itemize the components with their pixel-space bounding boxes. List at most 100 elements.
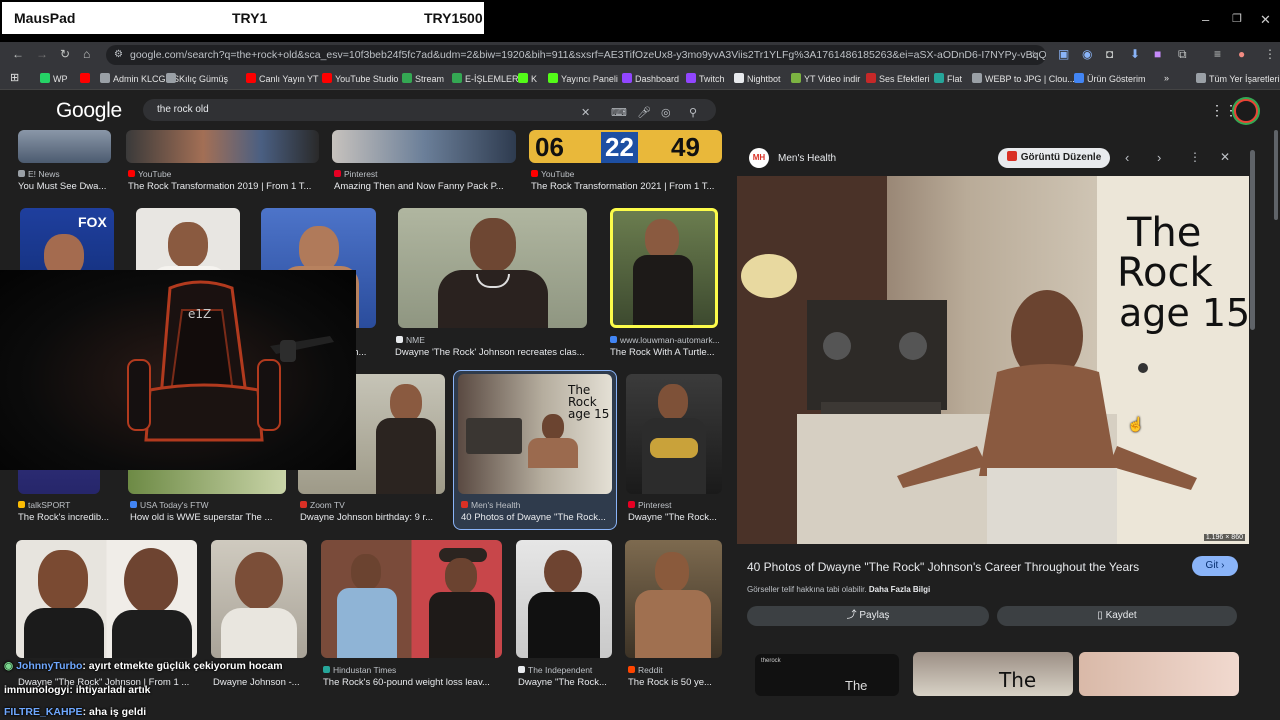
result-title[interactable]: Dwayne Johnson birthday: 9 r...	[300, 512, 446, 523]
voice-search-icon[interactable]: 🎤︎	[637, 102, 651, 124]
bookmark-star-icon[interactable]: ☆	[1029, 45, 1038, 65]
bookmark-item[interactable]: Dashboard	[622, 73, 679, 84]
bookmark-item[interactable]: WP	[40, 73, 68, 84]
bookmark-icon	[734, 73, 744, 83]
panel-title[interactable]: 40 Photos of Dwayne "The Rock" Johnson's…	[747, 560, 1239, 574]
panel-source[interactable]: Men's Health	[778, 153, 836, 164]
result-image[interactable]	[398, 208, 587, 328]
extension-audio-icon[interactable]: ◉	[1082, 47, 1092, 61]
image-search-icon[interactable]: ◎	[661, 102, 671, 124]
result-title[interactable]: You Must See Dwa...	[18, 181, 113, 192]
bookmark-label: Canlı Yayın YT	[259, 74, 319, 84]
result-title[interactable]: The Rock With A Turtle...	[610, 347, 722, 358]
extension-camera-icon[interactable]: ◘	[1106, 47, 1113, 61]
google-logo[interactable]: Google	[56, 99, 122, 123]
extension-purple-icon[interactable]: ■	[1154, 47, 1161, 61]
result-image[interactable]	[626, 374, 722, 494]
panel-scrollbar[interactable]	[1250, 150, 1255, 330]
reload-icon[interactable]: ↻	[60, 47, 70, 61]
result-image[interactable]	[321, 540, 502, 658]
result-title[interactable]: The Rock Transformation 2021 | From 1 T.…	[531, 181, 722, 192]
result-image[interactable]	[16, 540, 197, 658]
bookmark-item[interactable]: WEBP to JPG | Clou...	[972, 73, 1075, 84]
bookmark-icon	[452, 73, 462, 83]
edit-image-button[interactable]: Görüntü Düzenle	[998, 148, 1110, 168]
bookmark-item[interactable]: Ürün Gösterim	[1074, 73, 1146, 84]
browser-menu-icon[interactable]: ⋮	[1264, 47, 1276, 61]
save-button[interactable]: ▯ Kaydet	[997, 606, 1237, 626]
gaming-chair-icon: e1Z	[127, 280, 334, 442]
bookmark-item[interactable]: »	[1164, 73, 1169, 83]
banner-label-mid: TRY1	[232, 10, 268, 26]
bookmark-item[interactable]: Ses Efektleri	[866, 73, 930, 84]
extensions-puzzle-icon[interactable]: ⧉	[1178, 47, 1187, 62]
result-image[interactable]	[516, 540, 612, 658]
next-icon[interactable]: ›	[1157, 150, 1161, 165]
bookmark-item[interactable]: Tüm Yer İşaretleri	[1196, 73, 1280, 84]
close-window-button[interactable]: ✕	[1260, 12, 1271, 28]
result-image[interactable]	[625, 540, 722, 658]
keyboard-icon[interactable]: ⌨	[611, 102, 627, 124]
chat-username: FILTRE_KAHPE	[4, 706, 83, 718]
prev-icon[interactable]: ‹	[1125, 150, 1129, 165]
bookmark-item[interactable]: Stream	[402, 73, 444, 84]
restore-window-button[interactable]: ❐	[1232, 12, 1242, 25]
bookmark-item[interactable]: Twitch	[686, 73, 725, 84]
site-info-icon[interactable]: ⚙	[114, 45, 123, 65]
result-image[interactable]	[126, 130, 319, 163]
bookmark-item[interactable]: K	[518, 73, 537, 84]
related-image[interactable]: The	[913, 652, 1073, 696]
clear-search-icon[interactable]: ✕	[581, 102, 590, 124]
result-image[interactable]	[332, 130, 516, 163]
address-bar[interactable]: ⚙ google.com/search?q=the+rock+old&sca_e…	[106, 45, 1046, 65]
result-image[interactable]: 06 22 49	[529, 130, 722, 163]
bookmark-item[interactable]: Yayıncı Paneli	[548, 73, 618, 84]
download-icon[interactable]: ⬇	[1130, 47, 1140, 61]
profile-avatar-icon[interactable]: ●	[1238, 47, 1245, 61]
result-title[interactable]: Dwayne 'The Rock' Johnson recreates clas…	[395, 347, 588, 358]
more-info-link[interactable]: Daha Fazla Bilgi	[869, 585, 930, 594]
bookmark-item[interactable]: YT Video indir	[791, 73, 860, 84]
back-icon[interactable]: ←	[12, 47, 24, 61]
more-options-icon[interactable]: ⋮	[1189, 150, 1201, 164]
go-button[interactable]: Git ›	[1192, 556, 1238, 576]
media-controls-icon[interactable]: ≡	[1214, 47, 1221, 61]
result-image[interactable]	[610, 208, 718, 328]
bookmark-item[interactable]: Nightbot	[734, 73, 781, 84]
bookmark-item[interactable]: Flat	[934, 73, 962, 84]
share-button[interactable]: ⤴ Paylaş	[747, 606, 989, 626]
result-image[interactable]	[18, 130, 111, 163]
minimize-window-button[interactable]: –	[1202, 12, 1209, 27]
bookmark-item[interactable]: Kılıç Gümüş	[166, 73, 228, 84]
result-image[interactable]: The Rock age 15	[458, 374, 612, 494]
result-title[interactable]: Dwayne "The Rock...	[628, 512, 722, 523]
related-image[interactable]	[1079, 652, 1239, 696]
result-title[interactable]: The Rock is 50 ye...	[628, 677, 722, 688]
search-box[interactable]: the rock old ✕ ⌨ 🎤︎ ◎ ⚲	[143, 99, 716, 121]
apps-grid-icon[interactable]: ⊞	[10, 71, 19, 84]
result-title[interactable]: How old is WWE superstar The ...	[130, 512, 286, 523]
bookmark-item[interactable]: YouTube Studio	[322, 73, 398, 84]
bookmark-icon	[1196, 73, 1206, 83]
bookmark-item[interactable]: Canlı Yayın YT	[246, 73, 319, 84]
account-avatar[interactable]	[1234, 99, 1258, 123]
thumb-digit: 22	[601, 132, 638, 163]
result-image[interactable]	[211, 540, 307, 658]
page-scrollbar[interactable]	[1274, 130, 1278, 220]
home-icon[interactable]: ⌂	[83, 47, 90, 61]
bookmark-item[interactable]	[80, 73, 93, 84]
result-title[interactable]: Amazing Then and Now Fanny Pack P...	[334, 181, 517, 192]
result-title[interactable]: The Rock Transformation 2019 | From 1 T.…	[128, 181, 320, 192]
preview-image[interactable]: The Rock age 15 1.196 × 860	[737, 176, 1249, 544]
result-title[interactable]: The Rock's incredib...	[18, 512, 114, 523]
forward-icon[interactable]: →	[36, 47, 48, 61]
result-source: USA Today's FTW	[130, 500, 209, 510]
result-title[interactable]: Dwayne "The Rock...	[518, 677, 612, 688]
bookmark-item[interactable]: E-İŞLEMLER	[452, 73, 519, 84]
bookmark-icon	[166, 73, 176, 83]
result-title[interactable]: 40 Photos of Dwayne "The Rock...	[461, 512, 613, 523]
search-icon[interactable]: ⚲	[689, 102, 697, 124]
close-panel-icon[interactable]: ✕	[1220, 150, 1230, 164]
related-image[interactable]: therock The	[755, 654, 899, 696]
translate-icon[interactable]: ▣	[1058, 47, 1069, 61]
